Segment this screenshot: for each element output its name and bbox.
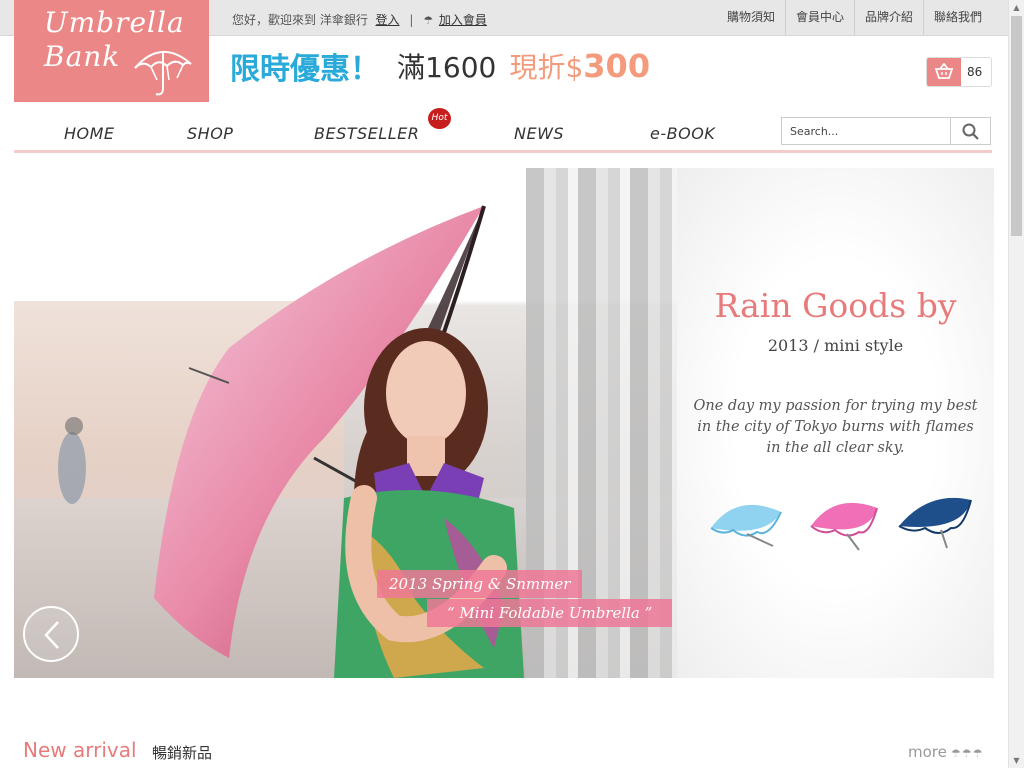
promo-discount-label: 現折$ xyxy=(509,51,584,84)
contact-us-link[interactable]: 聯絡我們 xyxy=(922,0,992,35)
banner-caption-season: 2013 Spring & Snmmer xyxy=(377,570,583,598)
nav-news[interactable]: NEWS xyxy=(514,124,564,143)
shopping-guide-link[interactable]: 購物須知 xyxy=(717,0,785,35)
cart-count: 86 xyxy=(967,65,983,79)
site-logo[interactable]: Umbrella Bank xyxy=(14,0,209,102)
umbrella-logo-icon xyxy=(134,50,192,96)
banner-tagline: One day my passion for trying my best in… xyxy=(693,398,978,456)
more-label: more xyxy=(908,743,947,761)
banner-text-panel: Rain Goods by 2013 / mini style One day … xyxy=(677,168,994,678)
basket-icon xyxy=(927,58,961,86)
nav-divider xyxy=(14,150,992,153)
cart-button[interactable]: 86 xyxy=(926,57,992,87)
nav-shop[interactable]: SHOP xyxy=(187,124,233,143)
search-input[interactable] xyxy=(782,118,952,144)
promo-banner[interactable]: 限時優惠！ 滿1600 現折$300 xyxy=(230,44,651,87)
scroll-up-arrow-icon[interactable]: ▲ xyxy=(1009,0,1024,15)
nav-home[interactable]: HOME xyxy=(64,124,115,143)
banner-caption-product: “ Mini Foldable Umbrella ” xyxy=(427,599,673,627)
hero-photo: 2013 Spring & Snmmer “ Mini Foldable Umb… xyxy=(14,168,677,678)
carousel-prev-button[interactable] xyxy=(23,606,79,662)
new-arrival-title: New arrival xyxy=(23,738,137,762)
umbrella-pink-product xyxy=(810,502,878,551)
login-link[interactable]: 登入 xyxy=(375,13,399,27)
logo-text-line1: Umbrella xyxy=(44,6,185,39)
join-member-link[interactable]: 加入會員 xyxy=(439,13,487,27)
search-button[interactable] xyxy=(950,118,990,144)
banner-title: Rain Goods by xyxy=(714,286,957,325)
umbrella-blue-product xyxy=(710,504,782,547)
greeting-text: 您好，歡迎來到 洋傘銀行 xyxy=(232,13,368,27)
hero-banner[interactable]: 2013 Spring & Snmmer “ Mini Foldable Umb… xyxy=(14,168,994,678)
more-link[interactable]: more ☂☂☂ xyxy=(908,743,983,761)
scroll-thumb[interactable] xyxy=(1011,16,1022,236)
member-center-link[interactable]: 會員中心 xyxy=(784,0,854,35)
logo-text-line2: Bank xyxy=(44,40,121,73)
promo-threshold: 滿1600 xyxy=(397,51,497,84)
search-icon xyxy=(962,123,979,140)
promo-discount-amount: 300 xyxy=(583,47,651,85)
umbrella-icon: ☂ xyxy=(423,14,434,27)
nav-ebook[interactable]: e-BOOK xyxy=(650,124,715,143)
separator: | xyxy=(409,13,414,27)
hot-badge: Hot xyxy=(428,108,451,129)
umbrella-arrows-icon: ☂☂☂ xyxy=(950,747,984,760)
brand-intro-link[interactable]: 品牌介紹 xyxy=(853,0,923,35)
new-arrival-subtitle: 暢銷新品 xyxy=(152,744,213,762)
scroll-down-arrow-icon[interactable]: ▼ xyxy=(1009,753,1024,768)
search-box xyxy=(781,117,991,145)
top-links: 購物須知 會員中心 品牌介紹 聯絡我們 xyxy=(717,0,992,35)
umbrella-navy-product xyxy=(898,497,972,549)
greeting-area: 您好，歡迎來到 洋傘銀行 登入 | ☂ 加入會員 xyxy=(232,11,487,28)
vertical-scrollbar[interactable]: ▲ ▼ xyxy=(1008,0,1024,768)
nav-bestseller[interactable]: BESTSELLER xyxy=(314,124,419,143)
chevron-left-icon xyxy=(44,621,59,649)
promo-limited-offer: 限時優惠！ xyxy=(230,52,380,87)
banner-subtitle: 2013 / mini style xyxy=(767,336,904,355)
